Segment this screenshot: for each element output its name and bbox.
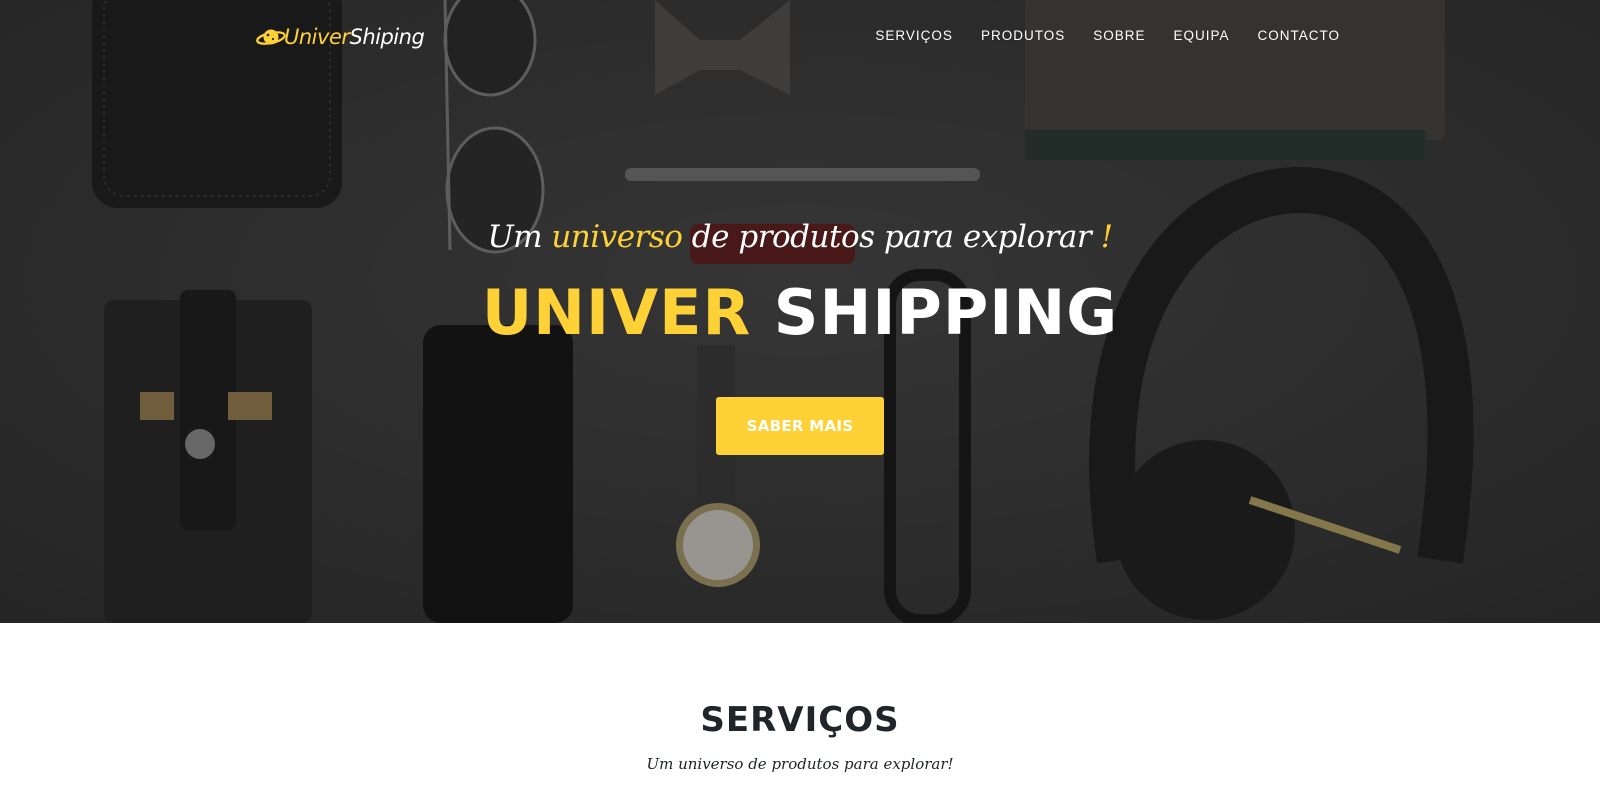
logo-text-main: Shiping	[349, 25, 425, 49]
nav-link-equipa[interactable]: EQUIPA	[1159, 28, 1243, 43]
hero-lead-before: Um	[487, 219, 552, 255]
hero-lead-after: de produtos para explorar	[682, 219, 1101, 255]
hero-heading: UNIVER SHIPPING	[0, 276, 1600, 349]
hero-lead-accent: universo	[551, 219, 683, 255]
logo-text-accent: Univer	[284, 25, 350, 49]
nav-menu: SERVIÇOS PRODUTOS SOBRE EQUIPA CONTACTO	[861, 28, 1340, 43]
nav-link-produtos[interactable]: PRODUTOS	[967, 28, 1079, 43]
services-title: SERVIÇOS	[700, 700, 900, 740]
nav-link-servicos[interactable]: SERVIÇOS	[861, 28, 967, 43]
hero-section: Univer Shiping SERVIÇOS PRODUTOS SOBRE E…	[0, 0, 1600, 623]
hero-heading-accent: UNIVER	[481, 276, 752, 349]
hero-lead-exclaim: !	[1100, 219, 1113, 255]
nav-link-contacto[interactable]: CONTACTO	[1243, 28, 1340, 43]
top-navbar: Univer Shiping SERVIÇOS PRODUTOS SOBRE E…	[0, 0, 1600, 74]
logo[interactable]: Univer Shiping	[256, 22, 425, 52]
hero-heading-main: SHIPPING	[751, 276, 1119, 349]
nav-link-sobre[interactable]: SOBRE	[1079, 28, 1159, 43]
saber-mais-button[interactable]: SABER MAIS	[716, 397, 884, 455]
hero-lead-text: Um universo de produtos para explorar !	[0, 219, 1600, 255]
services-subtitle: Um universo de produtos para explorar!	[646, 755, 954, 773]
planet-icon	[256, 29, 286, 45]
